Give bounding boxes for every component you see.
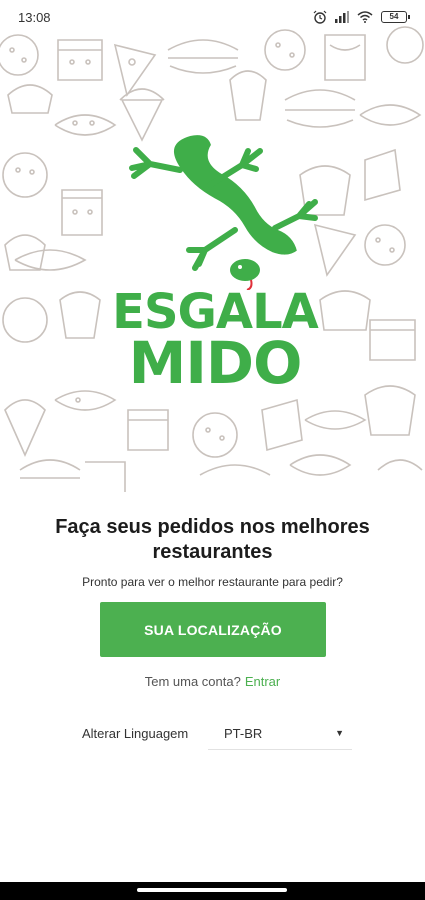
- login-link[interactable]: Entrar: [245, 674, 280, 689]
- gecko-mascot-icon: [129, 133, 318, 290]
- subheadline: Pronto para ver o melhor restaurante par…: [82, 575, 343, 589]
- system-navigation-bar: [0, 882, 425, 900]
- battery-icon: 54: [381, 11, 410, 23]
- language-row: Alterar Linguagem PT-BR ▼: [82, 722, 352, 750]
- language-select[interactable]: PT-BR ▼: [208, 722, 352, 750]
- hero-banner: ESGALA MIDO: [0, 0, 425, 495]
- status-time: 13:08: [18, 9, 51, 25]
- logo-wordmark-line2: MIDO: [128, 329, 303, 397]
- signal-icon: [335, 11, 349, 23]
- alarm-icon: [313, 10, 327, 24]
- language-selected-value: PT-BR: [224, 726, 263, 741]
- wifi-icon: [357, 11, 373, 23]
- headline: Faça seus pedidos nos melhores restauran…: [55, 516, 370, 563]
- status-icons: 54: [313, 10, 410, 24]
- location-button[interactable]: SUA LOCALIZAÇÃO: [100, 602, 326, 657]
- dropdown-caret-icon: ▼: [335, 728, 344, 738]
- status-bar: 13:08 54: [0, 0, 425, 34]
- account-prompt-row: Tem uma conta? Entrar: [0, 674, 425, 689]
- brand-logo: ESGALA MIDO: [95, 110, 335, 400]
- home-indicator[interactable]: [137, 888, 287, 892]
- account-prompt-text: Tem uma conta?: [144, 674, 241, 689]
- language-label: Alterar Linguagem: [82, 726, 189, 741]
